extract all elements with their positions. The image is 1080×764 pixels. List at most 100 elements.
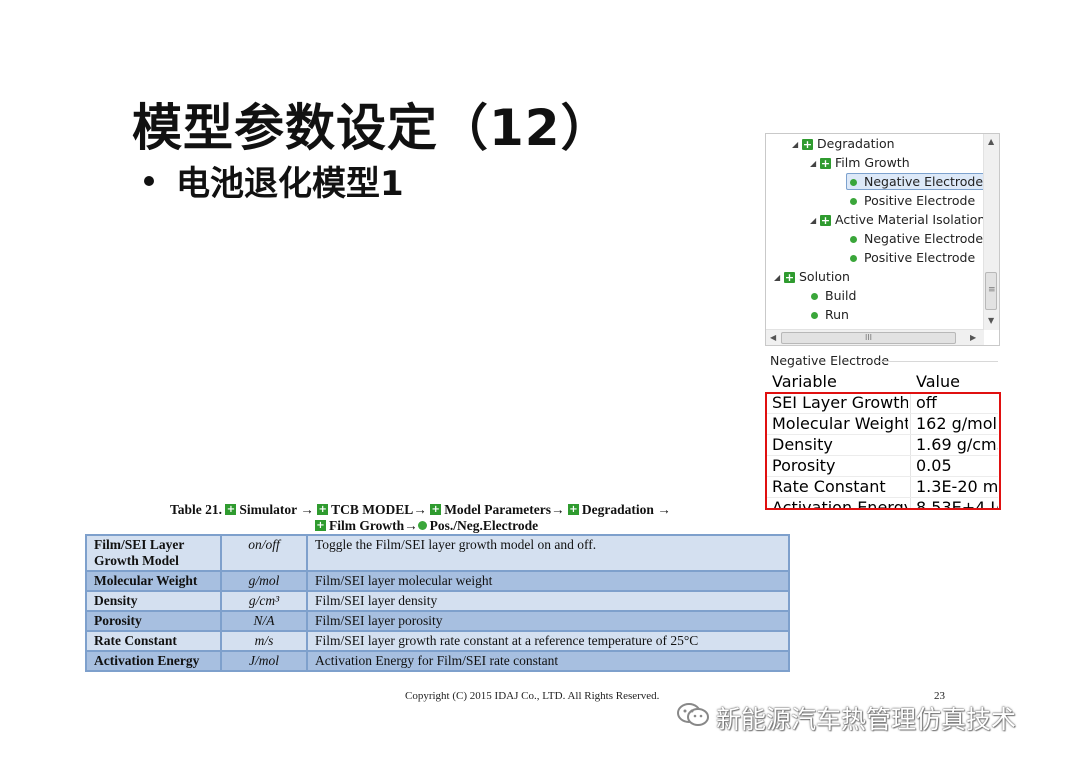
table-cell-name: Film/SEI Layer Growth Model <box>85 534 222 572</box>
plus-box-icon: + <box>784 271 795 284</box>
tree-item-label: Negative Electrode <box>864 231 984 246</box>
bullet-dot-icon <box>144 175 154 186</box>
table-caption-line2: + Film Growth→ Pos./Neg.Electrode <box>315 518 538 534</box>
property-variable: Molecular Weight <box>772 414 908 433</box>
property-value[interactable]: 0.05 <box>916 456 952 476</box>
property-row[interactable]: Rate Constant 1.3E-20 m/s <box>766 477 998 498</box>
column-separator <box>910 477 911 497</box>
tree-item-label: Negative Electrode <box>864 174 984 189</box>
scroll-down-arrow-icon[interactable]: ▼ <box>988 316 994 325</box>
scroll-up-arrow-icon[interactable]: ▲ <box>988 137 994 146</box>
column-separator <box>910 498 911 509</box>
horizontal-scrollbar[interactable]: ◀ III ▶ <box>766 329 984 345</box>
bullet-item: 电池退化模型1 <box>144 156 404 205</box>
model-tree-panel[interactable]: ◢ + Degradation ◢ + Film Growth Negative Ele… <box>765 133 1000 346</box>
plus-box-icon: + <box>225 504 237 516</box>
tree-item-film-growth[interactable]: ◢ + Film Growth <box>810 153 910 172</box>
tree-item-degradation[interactable]: ◢ + Degradation <box>792 134 895 153</box>
property-value[interactable]: 1.69 g/cm3 <box>916 435 998 455</box>
grip-icon: ≡ <box>988 285 996 295</box>
tree-item-negative-electrode-ami[interactable]: Negative Electrode <box>850 229 983 248</box>
property-variable: Density <box>772 435 833 454</box>
table-cell-name: Porosity <box>85 610 222 632</box>
tree-item-label: Active Material Isolation <box>835 212 986 227</box>
vertical-scroll-thumb[interactable]: ≡ <box>985 272 997 310</box>
property-grid[interactable]: Variable Value SEI Layer Growth Mod... off… <box>766 372 998 509</box>
property-variable: Rate Constant <box>772 477 886 496</box>
plus-box-icon: + <box>567 504 579 516</box>
horizontal-scroll-thumb[interactable]: III <box>781 332 956 344</box>
tree-item-build[interactable]: Build <box>811 286 856 305</box>
plus-box-icon: + <box>315 520 326 532</box>
property-variable: SEI Layer Growth Mod... <box>772 393 908 412</box>
plus-box-icon: + <box>317 504 329 516</box>
table-cell-unit: N/A <box>220 610 308 632</box>
path-segment: Pos./Neg.Electrode <box>429 518 539 533</box>
plus-box-icon: + <box>802 138 813 151</box>
green-dot-icon <box>850 255 857 262</box>
table-cell-name: Activation Energy <box>85 650 222 672</box>
collapse-triangle-icon[interactable]: ◢ <box>792 135 802 154</box>
green-dot-icon <box>850 179 857 186</box>
watermark: 新能源汽车热管理仿真技术 <box>676 700 1016 737</box>
property-value[interactable]: off <box>916 393 937 413</box>
collapse-triangle-icon[interactable]: ◢ <box>810 154 820 173</box>
plus-box-icon: + <box>820 157 831 170</box>
property-row[interactable]: Porosity 0.05 <box>766 456 998 477</box>
table-cell-desc: Film/SEI layer molecular weight <box>306 570 790 592</box>
property-value[interactable]: 8.53E+4 J/mol <box>916 498 998 509</box>
path-segment: Degradation → <box>581 502 671 517</box>
tree-item-label: Film Growth <box>835 155 910 170</box>
parameter-table: Film/SEI Layer Growth Model on/off Toggle … <box>85 534 790 672</box>
green-dot-icon <box>850 198 857 205</box>
table-cell-name: Rate Constant <box>85 630 222 652</box>
scroll-left-arrow-icon[interactable]: ◀ <box>770 333 776 342</box>
table-row: Molecular Weight g/mol Film/SEI layer mole… <box>85 570 790 592</box>
collapse-triangle-icon[interactable]: ◢ <box>810 211 820 230</box>
plus-box-icon: + <box>820 214 831 227</box>
table-row: Porosity N/A Film/SEI layer porosity <box>85 610 790 632</box>
green-dot-icon <box>811 312 818 319</box>
tree-item-label: Run <box>825 307 849 322</box>
tree-item-negative-electrode-film[interactable]: Negative Electrode <box>846 172 988 191</box>
header-variable: Variable <box>772 372 837 391</box>
grip-icon: III <box>864 333 873 342</box>
tree-item-label: Positive Electrode <box>864 193 976 208</box>
tree-item-label: Degradation <box>817 136 895 151</box>
table-caption-line1: Table 21. + Simulator → + TCB MODEL→ + Mode… <box>170 502 671 518</box>
copyright-text: Copyright (C) 2015 IDAJ Co., LTD. All Ri… <box>405 690 660 702</box>
property-value[interactable]: 1.3E-20 m/s <box>916 477 998 497</box>
path-segment: Film Growth→ <box>329 518 418 533</box>
property-row[interactable]: Molecular Weight 162 g/mol <box>766 414 998 435</box>
property-value[interactable]: 162 g/mol <box>916 414 997 434</box>
table-row: Rate Constant m/s Film/SEI layer growth ra… <box>85 630 790 652</box>
tree-item-active-material-isolation[interactable]: ◢ + Active Material Isolation <box>810 210 985 229</box>
property-row[interactable]: Activation Energy 8.53E+4 J/mol <box>766 498 998 509</box>
watermark-text: 新能源汽车热管理仿真技术 <box>716 705 1017 734</box>
caption-label: Table 21. <box>170 502 223 517</box>
tree-item-label: Positive Electrode <box>864 250 976 265</box>
vertical-scrollbar[interactable]: ▲ ≡ ▼ <box>983 134 999 330</box>
property-grid-title: Negative Electrode <box>770 353 890 368</box>
tree-item-solution[interactable]: ◢ + Solution <box>774 267 850 286</box>
plus-box-icon: + <box>430 504 442 516</box>
table-cell-desc: Film/SEI layer density <box>306 590 790 612</box>
green-dot-icon <box>417 521 427 531</box>
column-separator <box>910 435 911 455</box>
tree-item-positive-electrode-ami[interactable]: Positive Electrode <box>850 248 975 267</box>
scroll-right-arrow-icon[interactable]: ▶ <box>970 333 976 342</box>
tree-item-run[interactable]: Run <box>811 305 849 324</box>
collapse-triangle-icon[interactable]: ◢ <box>774 268 784 287</box>
property-row[interactable]: SEI Layer Growth Mod... off <box>766 393 998 414</box>
column-separator <box>910 456 911 476</box>
wechat-icon <box>676 702 710 734</box>
path-segment: TCB MODEL→ <box>331 502 427 517</box>
table-cell-desc: Film/SEI layer porosity <box>306 610 790 632</box>
tree-item-positive-electrode-film[interactable]: Positive Electrode <box>850 191 975 210</box>
property-variable: Activation Energy <box>772 498 908 509</box>
table-cell-unit: J/mol <box>220 650 308 672</box>
table-cell-desc: Activation Energy for Film/SEI rate cons… <box>306 650 790 672</box>
path-segment: Simulator → <box>239 502 314 517</box>
table-cell-unit: g/cm³ <box>220 590 308 612</box>
property-row[interactable]: Density 1.69 g/cm3 <box>766 435 998 456</box>
